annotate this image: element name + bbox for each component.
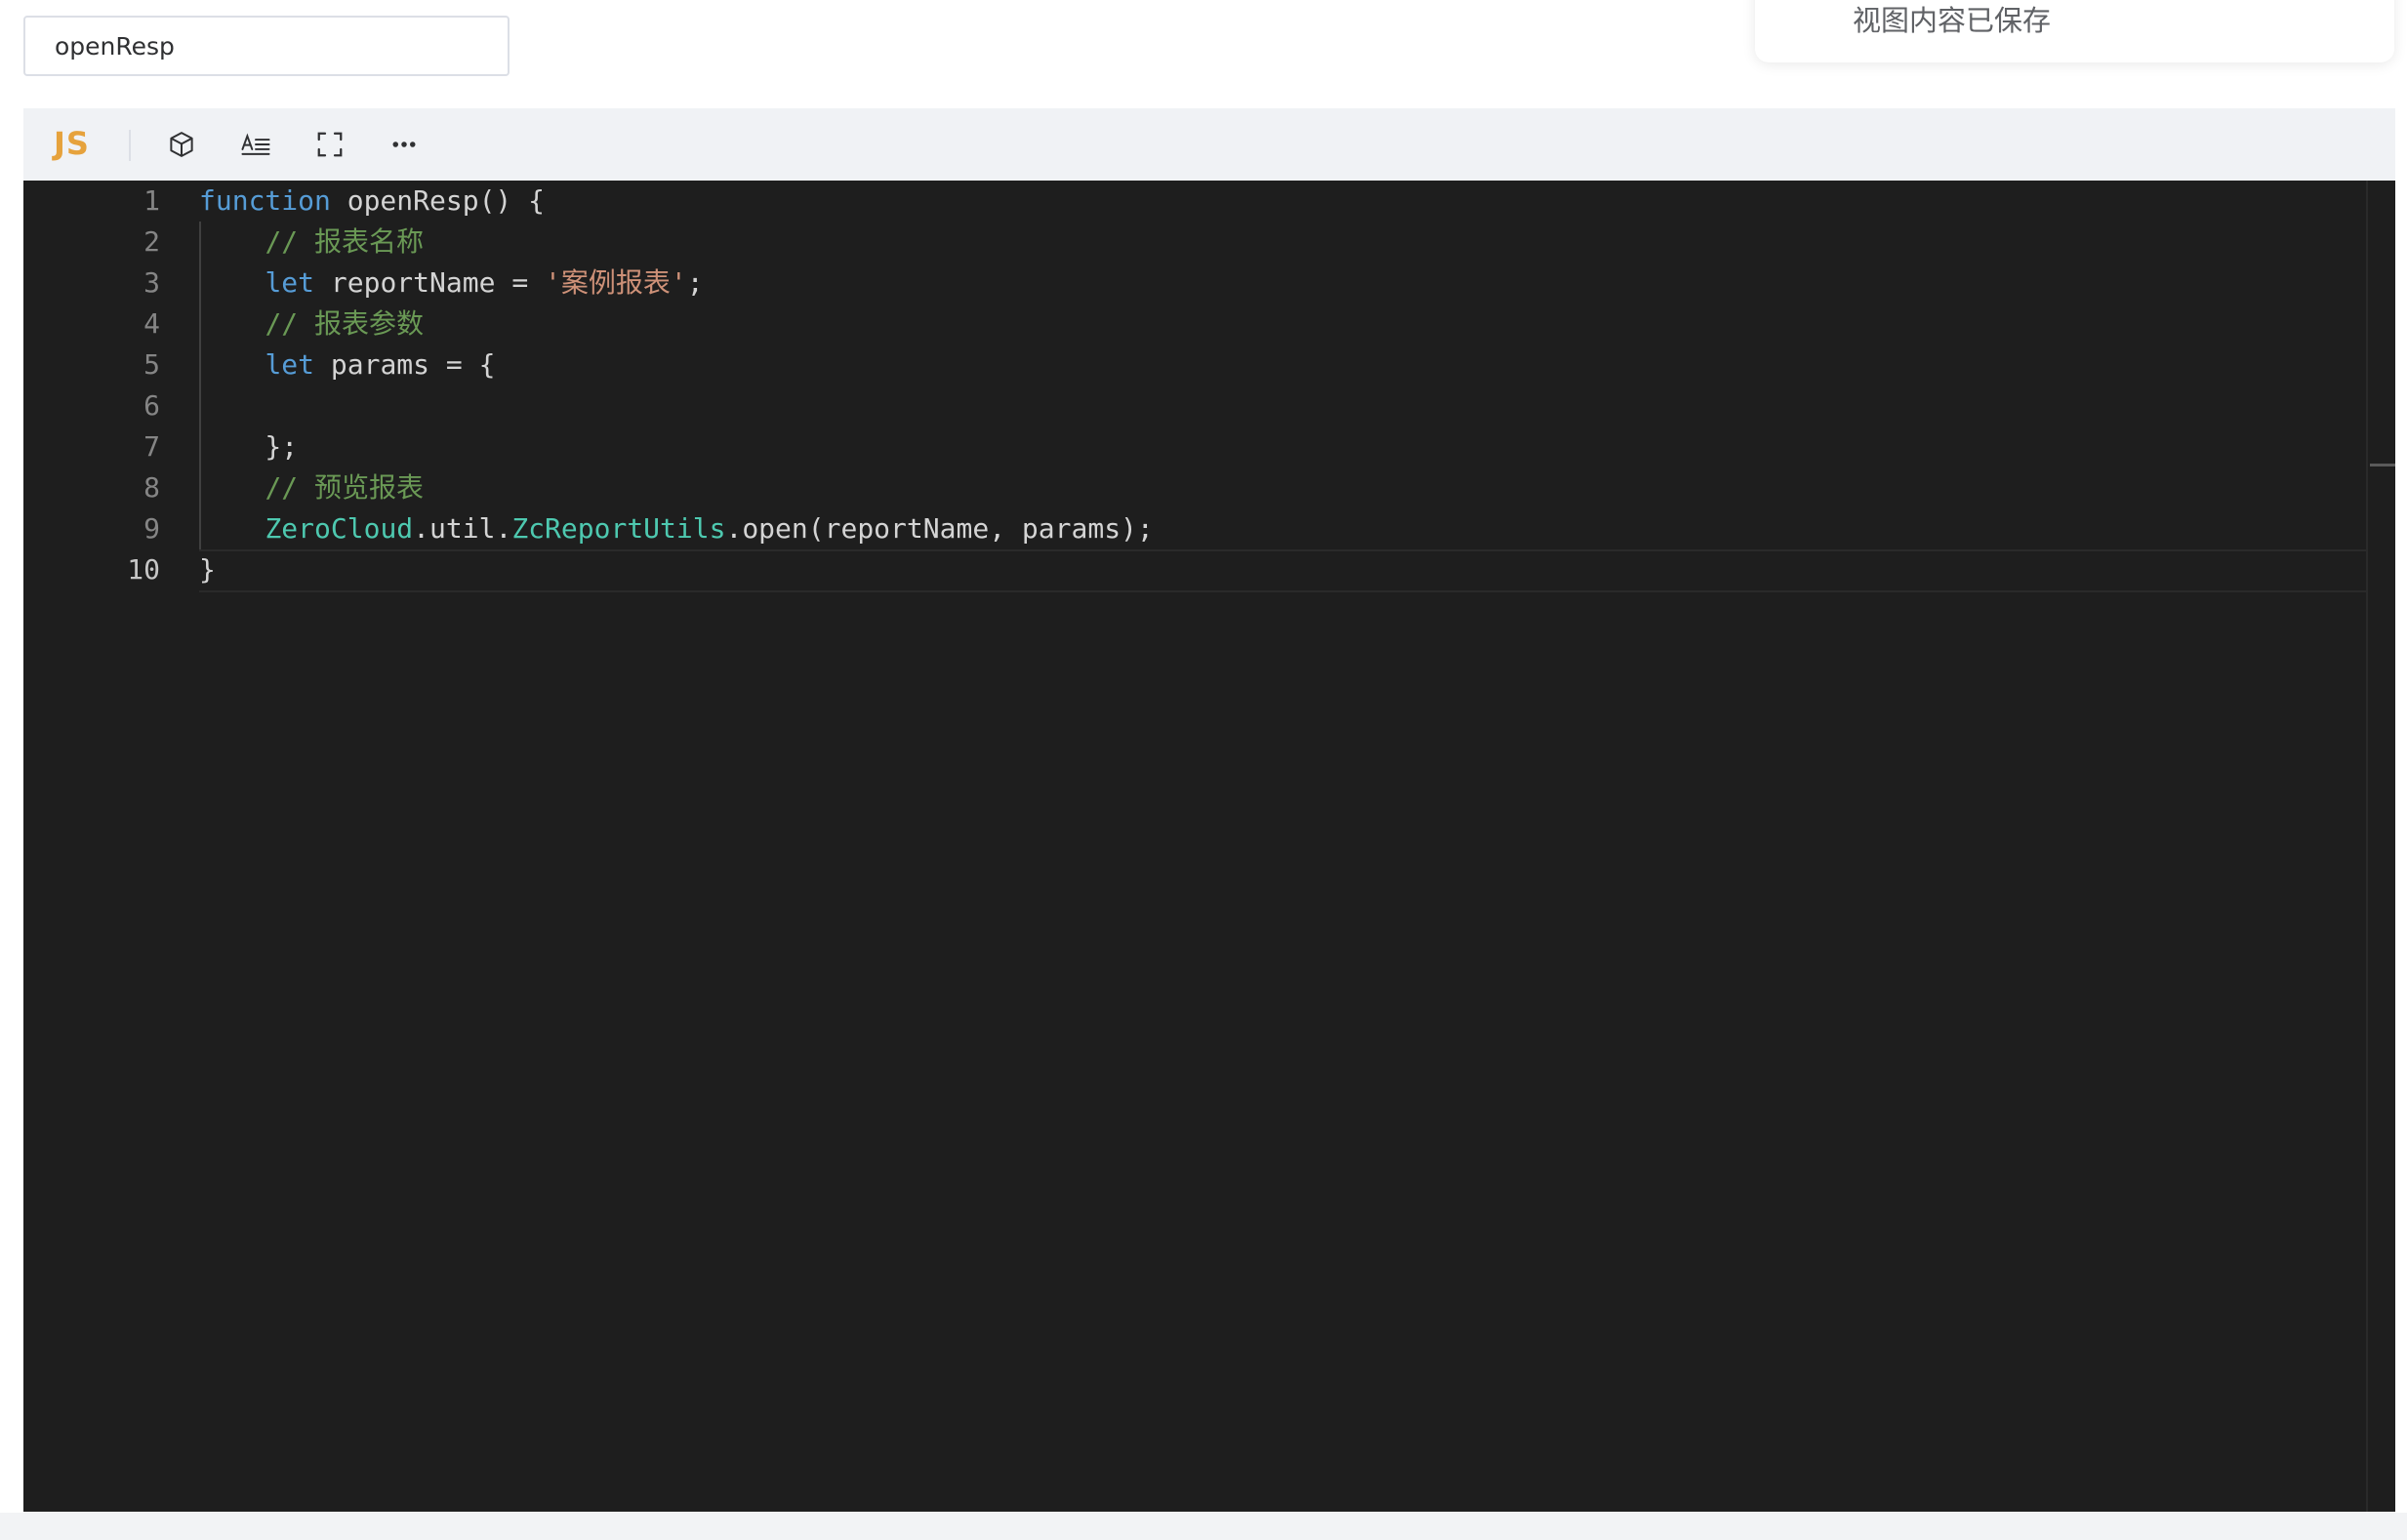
- code-line[interactable]: let reportName = '案例报表';: [199, 263, 704, 304]
- code-token: openResp: [330, 184, 479, 217]
- code-token: function: [199, 184, 331, 217]
- code-token: () {: [478, 184, 546, 217]
- more-icon[interactable]: [387, 127, 422, 162]
- scroll-marker: [2370, 464, 2395, 466]
- code-token: .open(reportName, params);: [725, 512, 1154, 545]
- code-token: };: [199, 430, 299, 463]
- code-token: reportName: [314, 266, 512, 299]
- code-token: params: [314, 348, 446, 381]
- page-footer-area: [0, 1513, 2407, 1540]
- code-token: '案例报表': [545, 266, 687, 299]
- code-editor: JS 1 2 3 4 5 6 7 8 9 10 function openRes…: [23, 108, 2395, 1512]
- code-line[interactable]: function openResp() {: [199, 181, 545, 222]
- line-number: 5: [143, 348, 160, 381]
- line-number: 3: [143, 266, 160, 299]
- code-token: let: [265, 348, 315, 381]
- toolbar-divider: [129, 130, 131, 161]
- format-icon[interactable]: [238, 127, 273, 162]
- line-number: 2: [143, 225, 160, 258]
- line-number: 8: [143, 471, 160, 504]
- toast-message: 视图内容已保存: [1853, 4, 2052, 37]
- line-number: 6: [143, 389, 160, 422]
- line-number: 9: [143, 512, 160, 545]
- line-number-gutter: 1 2 3 4 5 6 7 8 9 10: [23, 181, 160, 1512]
- vertical-scrollbar[interactable]: [2366, 181, 2395, 1512]
- line-number: 4: [143, 307, 160, 340]
- code-token: }: [199, 553, 216, 586]
- save-toast: 视图内容已保存: [1755, 0, 2394, 62]
- code-line[interactable]: ZeroCloud.util.ZcReportUtils.open(report…: [199, 508, 1154, 549]
- code-token: ZeroCloud: [265, 512, 414, 545]
- line-number: 10: [127, 553, 160, 586]
- code-line[interactable]: }: [199, 549, 216, 590]
- code-area[interactable]: 1 2 3 4 5 6 7 8 9 10 function openResp() { // 报表名…: [23, 181, 2395, 1512]
- code-token: // 预览报表: [265, 471, 425, 504]
- code-token: .util.: [413, 512, 512, 545]
- code-line[interactable]: let params = {: [199, 344, 495, 385]
- fullscreen-icon[interactable]: [312, 127, 347, 162]
- code-token: =: [511, 266, 546, 299]
- code-token: = {: [445, 348, 496, 381]
- current-line-highlight: [199, 549, 2366, 592]
- code-token: // 报表参数: [265, 307, 425, 340]
- code-token: ;: [686, 266, 704, 299]
- language-badge: JS: [54, 125, 90, 162]
- line-number: 1: [143, 184, 160, 217]
- code-line[interactable]: };: [199, 426, 298, 467]
- code-line[interactable]: // 报表参数: [199, 304, 424, 344]
- code-token: ZcReportUtils: [511, 512, 726, 545]
- code-line[interactable]: // 报表名称: [199, 222, 424, 263]
- line-number: 7: [143, 430, 160, 463]
- editor-toolbar: JS: [23, 108, 2395, 181]
- code-line[interactable]: // 预览报表: [199, 467, 424, 508]
- name-input[interactable]: [23, 16, 510, 76]
- code-token: let: [265, 266, 315, 299]
- code-token: // 报表名称: [265, 225, 425, 258]
- box-icon[interactable]: [164, 127, 199, 162]
- code-lines[interactable]: function openResp() { // 报表名称 let report…: [199, 181, 2366, 1512]
